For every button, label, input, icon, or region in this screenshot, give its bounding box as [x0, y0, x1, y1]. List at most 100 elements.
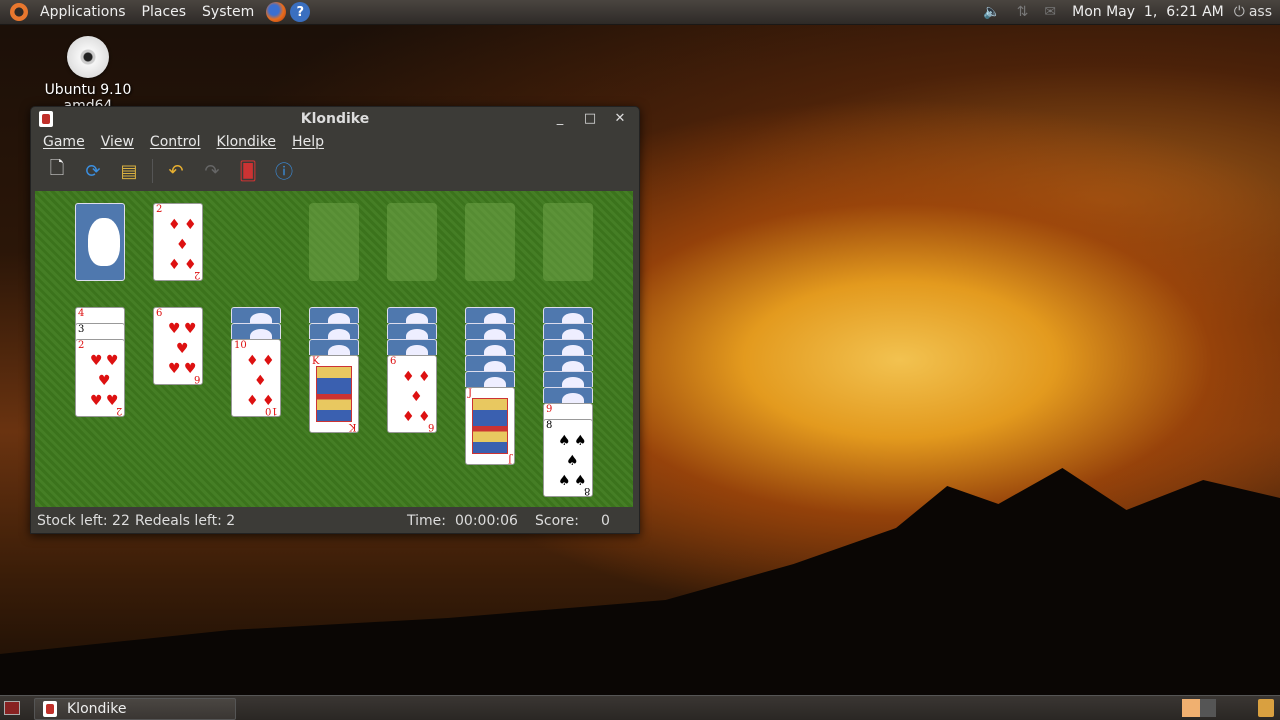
face-down-card[interactable]	[387, 339, 437, 355]
redeals-count: Redeals left: 2	[135, 513, 236, 529]
redo-icon[interactable]: ↷	[199, 158, 225, 184]
menu-control[interactable]: Control	[142, 134, 209, 150]
face-down-card[interactable]	[309, 323, 359, 339]
foundation-slot[interactable]	[309, 203, 359, 281]
foundation-slot[interactable]	[465, 203, 515, 281]
menu-game[interactable]: Game	[35, 134, 93, 150]
info-icon[interactable]: ⓘ	[271, 158, 297, 184]
foundation-slot[interactable]	[387, 203, 437, 281]
card-pip: ♦	[246, 393, 259, 409]
card-pip: ♦	[262, 393, 275, 409]
tableau-card[interactable]: 6 6 ♥ ♥ ♥ ♥ ♥	[153, 307, 203, 385]
deal-icon[interactable]: 🂠	[235, 158, 261, 184]
time-label: Time:	[407, 513, 446, 529]
waste-card[interactable]: 2 2 ♦ ♦ ♦ ♦ ♦	[153, 203, 203, 281]
help-icon[interactable]: ?	[290, 2, 311, 22]
restart-icon[interactable]: ⟳	[80, 158, 106, 184]
card-rank: 6	[156, 308, 163, 319]
face-down-card[interactable]	[387, 323, 437, 339]
bottom-panel: Klondike	[0, 695, 1280, 720]
maximize-button[interactable]: □	[581, 110, 599, 128]
volume-icon[interactable]: 🔈	[983, 4, 1000, 20]
card-rank: 2	[78, 340, 85, 351]
face-down-card[interactable]	[309, 307, 359, 323]
ubuntu-logo-icon[interactable]	[10, 3, 28, 21]
card-pip: ♥	[90, 353, 103, 369]
minimize-button[interactable]: _	[551, 110, 569, 128]
face-down-card[interactable]	[465, 307, 515, 323]
card-rank: 6	[390, 356, 397, 367]
face-down-card[interactable]	[543, 387, 593, 403]
firefox-icon[interactable]	[266, 2, 287, 22]
menubar: Game View Control Klondike Help	[31, 131, 639, 153]
face-down-card[interactable]	[465, 371, 515, 387]
tableau-card[interactable]: 10 10 ♦ ♦ ♦ ♦ ♦	[231, 339, 281, 417]
face-down-card[interactable]	[231, 323, 281, 339]
select-game-icon[interactable]: ▤	[116, 158, 142, 184]
network-icon[interactable]: ⇅	[1017, 4, 1029, 20]
card-pip: ♦	[418, 409, 431, 425]
clock[interactable]: Mon May 1, 6:21 AM	[1072, 4, 1224, 20]
card-rank-bottom: K	[348, 421, 356, 432]
court-card-art	[472, 398, 508, 454]
system-menu[interactable]: System	[194, 4, 262, 20]
face-down-card[interactable]	[465, 323, 515, 339]
card-pip: ♦	[410, 389, 423, 405]
card-rank: 4	[78, 308, 85, 319]
face-down-card[interactable]	[465, 339, 515, 355]
menu-help[interactable]: Help	[284, 134, 332, 150]
tableau-card[interactable]: KK	[309, 355, 359, 433]
taskbar-button-klondike[interactable]: Klondike	[34, 698, 236, 720]
trash-icon[interactable]	[1258, 699, 1274, 717]
card-pip: ♦	[176, 237, 189, 253]
stock-pile[interactable]	[75, 203, 125, 281]
card-pip: ♥	[106, 393, 119, 409]
user-menu[interactable]: ass	[1249, 4, 1272, 20]
card-pip: ♠	[574, 473, 587, 489]
time-value: 00:00:06	[455, 513, 518, 529]
card-rank: 10	[234, 340, 247, 351]
court-card-art	[316, 366, 352, 422]
card-pip: ♦	[184, 217, 197, 233]
mail-icon[interactable]: ✉	[1044, 4, 1056, 20]
face-down-card[interactable]	[231, 307, 281, 323]
card-pip: ♦	[168, 257, 181, 273]
face-down-card[interactable]	[543, 371, 593, 387]
card-pip: ♠	[566, 453, 579, 469]
face-down-card[interactable]	[465, 355, 515, 371]
face-down-card[interactable]	[543, 307, 593, 323]
menu-view[interactable]: View	[93, 134, 142, 150]
menu-klondike[interactable]: Klondike	[209, 134, 285, 150]
face-down-card[interactable]	[543, 323, 593, 339]
card-pip: ♥	[168, 361, 181, 377]
tableau-card[interactable]: JJ	[465, 387, 515, 465]
foundation-slot[interactable]	[543, 203, 593, 281]
card-pip: ♦	[184, 257, 197, 273]
card-rank: 2	[156, 204, 163, 215]
power-icon[interactable]: ⏻	[1234, 4, 1245, 20]
close-button[interactable]: ✕	[611, 110, 629, 128]
game-board[interactable]: 22♦♦♦♦♦443322♥♥♥♥♥66♥♥♥♥♥1010♦♦♦♦♦KK66♦♦…	[35, 191, 633, 507]
score-value: 0	[601, 513, 610, 529]
tableau-card[interactable]: 2 2 ♥ ♥ ♥ ♥ ♥	[75, 339, 125, 417]
card-rank-bottom: J	[507, 453, 512, 464]
card-pip: ♠	[558, 473, 571, 489]
tableau-card[interactable]: 8 8 ♠ ♠ ♠ ♠ ♠	[543, 419, 593, 497]
face-down-card[interactable]	[543, 355, 593, 371]
places-menu[interactable]: Places	[134, 4, 195, 20]
applications-menu[interactable]: Applications	[32, 4, 134, 20]
new-game-icon[interactable]: 🗋	[44, 158, 70, 184]
face-down-card[interactable]	[543, 339, 593, 355]
card-pip: ♥	[184, 361, 197, 377]
window-titlebar[interactable]: Klondike _ □ ✕	[31, 107, 639, 131]
card-pip: ♠	[558, 433, 571, 449]
face-down-card[interactable]	[387, 307, 437, 323]
workspace-switcher[interactable]	[1182, 699, 1216, 717]
tableau-card[interactable]: 6 6 ♦ ♦ ♦ ♦ ♦	[387, 355, 437, 433]
taskbar-label: Klondike	[67, 701, 127, 717]
desktop-icon-cd[interactable]: Ubuntu 9.10 amd64	[20, 36, 156, 114]
face-down-card[interactable]	[309, 339, 359, 355]
card-pip: ♦	[254, 373, 267, 389]
undo-icon[interactable]: ↶	[163, 158, 189, 184]
show-desktop-icon[interactable]	[4, 701, 20, 715]
